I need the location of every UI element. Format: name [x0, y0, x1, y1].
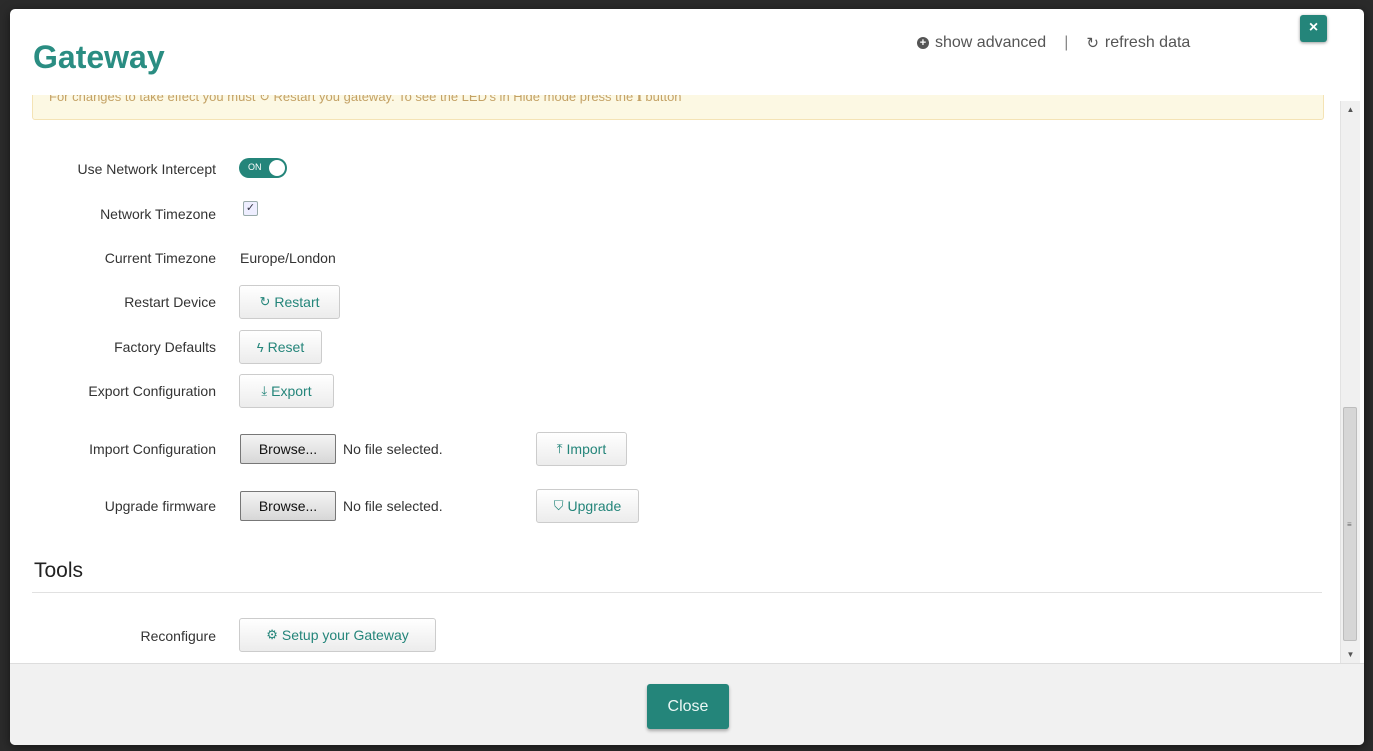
alert-text: For changes to take effect you must ↻ Re… [49, 95, 682, 104]
tools-section-title: Tools [34, 559, 84, 582]
upgrade-file-status: No file selected. [343, 498, 443, 514]
import-configuration-label: Import Configuration [89, 441, 216, 457]
download-icon: ⤓ [261, 383, 268, 398]
restart-button[interactable]: ↻ Restart [239, 285, 340, 319]
upgrade-button[interactable]: ⛉ Upgrade [536, 489, 639, 523]
refresh-data-link[interactable]: ↻ refresh data [1086, 34, 1190, 52]
current-timezone-value: Europe/London [240, 250, 336, 266]
modal-footer: Close [10, 663, 1364, 745]
close-button[interactable]: Close [647, 684, 729, 729]
export-button-label: Export [271, 383, 312, 399]
modal-body[interactable]: For changes to take effect you must ↻ Re… [10, 95, 1364, 663]
toggle-on-text: ON [248, 162, 262, 172]
toggle-knob [269, 160, 285, 176]
scroll-up-arrow-icon[interactable]: ▲ [1341, 101, 1360, 118]
upload-icon: ⤒ [556, 441, 563, 456]
show-advanced-label: show advanced [935, 34, 1047, 51]
gear-icon: ⚙ [266, 627, 278, 642]
import-button[interactable]: ⤒ Import [536, 432, 627, 466]
refresh-icon: ↻ [259, 294, 271, 309]
scroll-down-arrow-icon[interactable]: ▼ [1341, 646, 1360, 663]
reset-button-label: Reset [267, 339, 305, 355]
restart-notice-alert: For changes to take effect you must ↻ Re… [32, 95, 1324, 120]
import-browse-button[interactable]: Browse... [240, 434, 336, 464]
header-actions: + show advanced | ↻ refresh data [917, 34, 1190, 52]
import-button-label: Import [566, 441, 607, 457]
grip-icon: ≡ [1347, 520, 1352, 529]
vertical-scrollbar[interactable]: ▲ ≡ ▼ [1340, 101, 1360, 663]
network-timezone-label: Network Timezone [100, 206, 216, 222]
network-timezone-checkbox[interactable]: ✓ [243, 201, 258, 216]
modal-title: Gateway [33, 39, 165, 75]
restart-button-label: Restart [274, 294, 320, 310]
refresh-icon: ↻ [1086, 35, 1099, 52]
upgrade-browse-button[interactable]: Browse... [240, 491, 336, 521]
restart-device-label: Restart Device [124, 294, 216, 310]
use-network-intercept-label: Use Network Intercept [77, 161, 217, 177]
plus-circle-icon: + [917, 37, 929, 49]
export-button[interactable]: ⤓ Export [239, 374, 334, 408]
upgrade-button-label: Upgrade [567, 498, 622, 514]
header-separator: | [1064, 34, 1069, 51]
factory-defaults-label: Factory Defaults [114, 339, 216, 355]
gateway-modal: × Gateway + show advanced | ↻ refresh da… [10, 9, 1364, 745]
shield-icon: ⛉ [553, 498, 564, 513]
setup-gateway-button[interactable]: ⚙ Setup your Gateway [239, 618, 436, 652]
export-configuration-label: Export Configuration [88, 383, 216, 399]
import-file-status: No file selected. [343, 441, 443, 457]
current-timezone-label: Current Timezone [104, 250, 216, 266]
bolt-icon: ϟ [256, 339, 264, 355]
show-advanced-link[interactable]: + show advanced [917, 34, 1046, 52]
scrollbar-thumb[interactable]: ≡ [1343, 407, 1357, 641]
upgrade-firmware-label: Upgrade firmware [104, 498, 216, 514]
network-intercept-toggle[interactable]: ON [239, 158, 287, 178]
refresh-data-label: refresh data [1104, 34, 1191, 51]
section-divider [32, 592, 1322, 593]
close-modal-button[interactable]: × [1300, 15, 1327, 42]
reset-button[interactable]: ϟ Reset [239, 330, 322, 364]
setup-gateway-button-label: Setup your Gateway [281, 627, 409, 643]
checkmark-icon: ✓ [245, 202, 256, 214]
reconfigure-label: Reconfigure [140, 628, 217, 644]
